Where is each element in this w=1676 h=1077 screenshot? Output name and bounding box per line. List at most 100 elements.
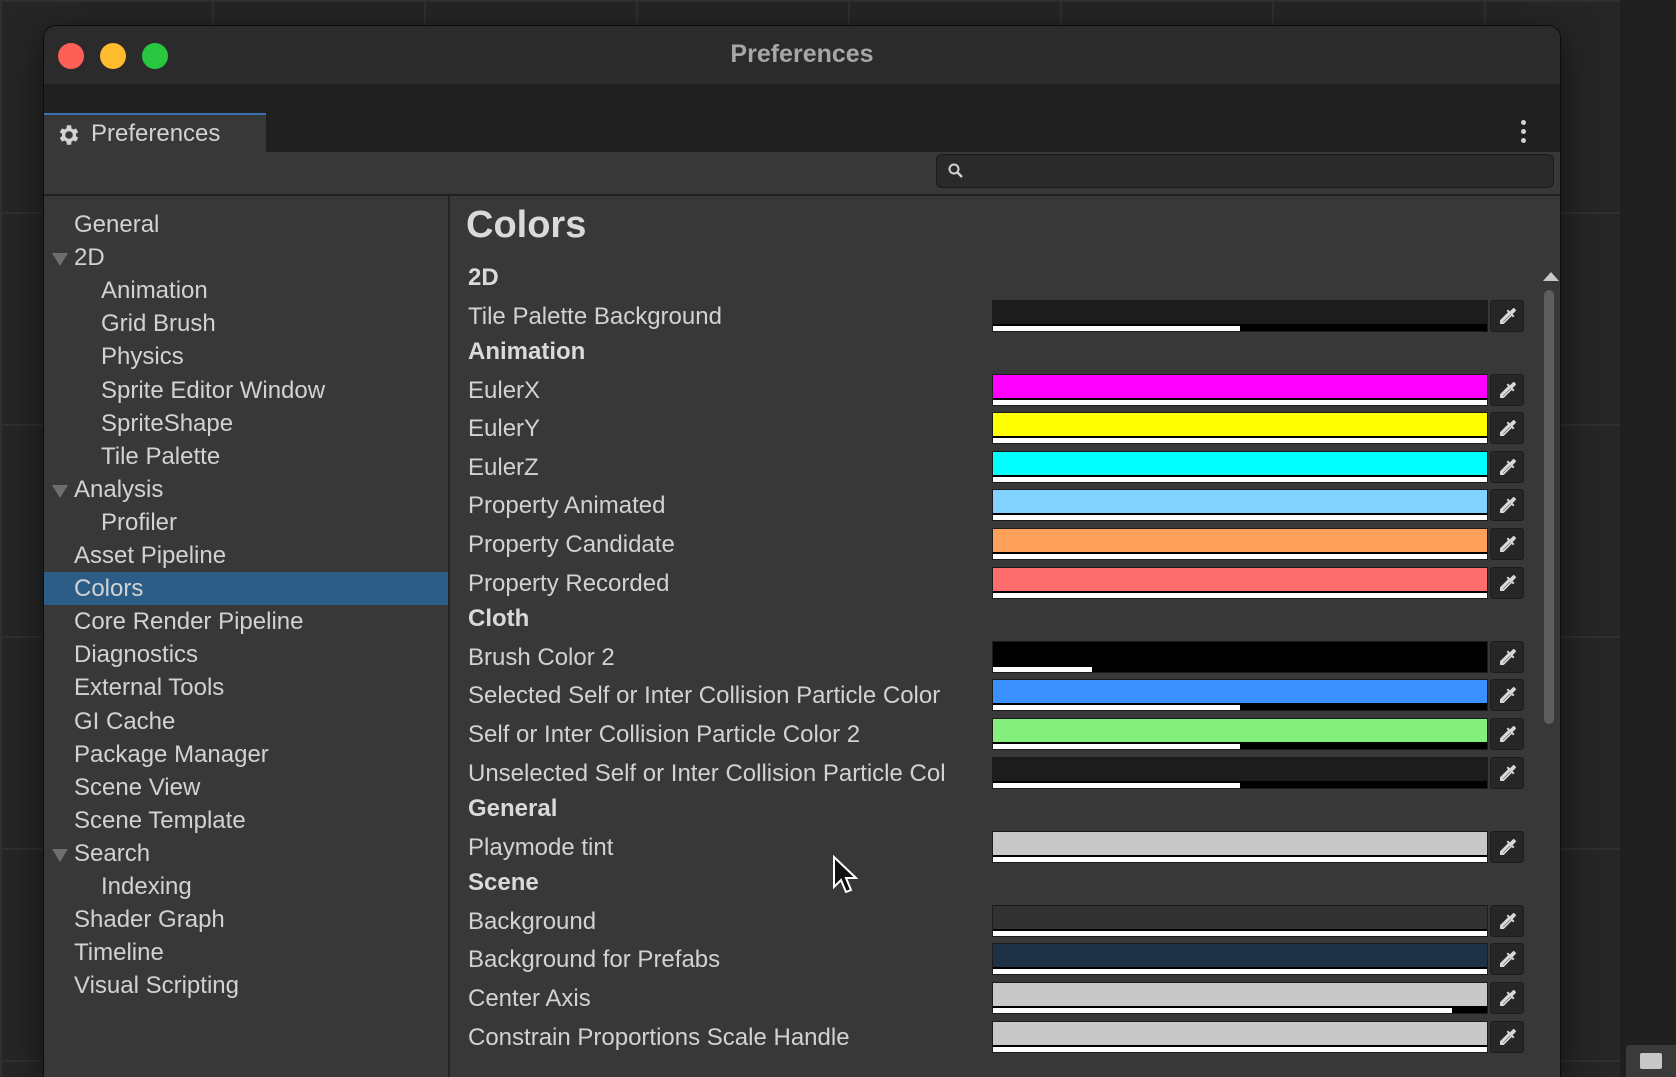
side-dock-strip: [1620, 0, 1676, 1077]
tab-bar: Preferences: [44, 84, 1560, 154]
color-field[interactable]: [992, 904, 1488, 937]
sidebar-item-label: Shader Graph: [74, 906, 225, 934]
expand-arrow-icon[interactable]: [52, 848, 68, 862]
eyedropper-button[interactable]: [1490, 1020, 1524, 1053]
sidebar-item-timeline[interactable]: Timeline: [44, 936, 448, 969]
sidebar-item-tile-palette[interactable]: Tile Palette: [44, 440, 448, 473]
sidebar-item-sprite-editor-window[interactable]: Sprite Editor Window: [44, 374, 448, 407]
tab-label: Preferences: [91, 120, 221, 147]
eyedropper-button[interactable]: [1490, 943, 1524, 976]
sidebar-item-external-tools[interactable]: External Tools: [44, 671, 448, 704]
eyedropper-button[interactable]: [1490, 566, 1524, 599]
sidebar-item-label: 2D: [74, 244, 105, 272]
sidebar-item-animation[interactable]: Animation: [44, 274, 448, 307]
eyedropper-button[interactable]: [1490, 373, 1524, 406]
color-field[interactable]: [992, 943, 1488, 976]
sidebar-item-spriteshape[interactable]: SpriteShape: [44, 407, 448, 440]
color-field[interactable]: [992, 412, 1488, 445]
sidebar-item-diagnostics[interactable]: Diagnostics: [44, 638, 448, 671]
expand-arrow-icon[interactable]: [52, 484, 68, 498]
color-setting-label: Selected Self or Inter Collision Particl…: [468, 682, 941, 710]
color-setting-label: Playmode tint: [468, 833, 614, 861]
sidebar-item-label: Grid Brush: [101, 310, 216, 338]
sidebar-item-grid-brush[interactable]: Grid Brush: [44, 307, 448, 340]
color-field[interactable]: [992, 830, 1488, 863]
preferences-window: Preferences Preferences General 2D Animati…: [44, 26, 1560, 1077]
sidebar-item-physics[interactable]: Physics: [44, 340, 448, 373]
alpha-bar: [993, 325, 1240, 331]
sidebar-item-indexing[interactable]: Indexing: [44, 870, 448, 903]
eyedropper-button[interactable]: [1490, 450, 1524, 483]
color-swatch-fill: [993, 718, 1487, 742]
color-field[interactable]: [992, 489, 1488, 522]
eyedropper-button[interactable]: [1490, 981, 1524, 1014]
color-field[interactable]: [992, 1020, 1488, 1053]
sidebar-item-search[interactable]: Search: [44, 837, 448, 870]
sidebar-item-gi-cache[interactable]: GI Cache: [44, 705, 448, 738]
sidebar-item-label: Tile Palette: [101, 442, 221, 470]
eyedropper-button[interactable]: [1490, 904, 1524, 937]
color-setting-label: Background for Prefabs: [468, 946, 721, 974]
scroll-thumb[interactable]: [1544, 290, 1554, 724]
tab-preferences[interactable]: Preferences: [44, 113, 266, 154]
color-field[interactable]: [992, 640, 1488, 673]
section-header: Cloth: [468, 605, 530, 633]
sidebar-item-general[interactable]: General: [44, 208, 448, 241]
color-swatch-fill: [993, 374, 1487, 398]
color-swatch-fill: [993, 944, 1487, 968]
color-swatch-fill: [993, 567, 1487, 591]
color-field[interactable]: [992, 299, 1488, 332]
sidebar-item-profiler[interactable]: Profiler: [44, 506, 448, 539]
eyedropper-button[interactable]: [1490, 640, 1524, 673]
vertical-scrollbar[interactable]: [1540, 272, 1559, 1077]
folder-icon: [1640, 1053, 1662, 1069]
color-field[interactable]: [992, 679, 1488, 712]
sidebar-item-visual-scripting[interactable]: Visual Scripting: [44, 969, 448, 1002]
search-icon: [948, 163, 963, 178]
eyedropper-icon: [1500, 989, 1517, 1006]
eyedropper-icon: [1500, 458, 1517, 475]
eyedropper-button[interactable]: [1490, 679, 1524, 712]
color-field[interactable]: [992, 566, 1488, 599]
expand-arrow-icon[interactable]: [52, 253, 68, 267]
eyedropper-icon: [1500, 912, 1517, 929]
eyedropper-button[interactable]: [1490, 756, 1524, 789]
sidebar-item-asset-pipeline[interactable]: Asset Pipeline: [44, 539, 448, 572]
eyedropper-button[interactable]: [1490, 412, 1524, 445]
sidebar-item-2d[interactable]: 2D: [44, 241, 448, 274]
sidebar-item-scene-view[interactable]: Scene View: [44, 771, 448, 804]
eyedropper-button[interactable]: [1490, 830, 1524, 863]
title-bar[interactable]: Preferences: [44, 26, 1560, 84]
sidebar-item-label: Analysis: [74, 475, 164, 503]
color-swatch-fill: [993, 529, 1487, 552]
more-options-icon[interactable]: [1518, 120, 1528, 148]
color-field[interactable]: [992, 717, 1488, 750]
sidebar-item-label: Physics: [101, 343, 184, 371]
sidebar-item-label: Scene Template: [74, 806, 246, 834]
search-input[interactable]: [936, 154, 1554, 188]
gear-icon: [59, 125, 79, 145]
sidebar-item-scene-template[interactable]: Scene Template: [44, 804, 448, 837]
scroll-up-icon[interactable]: [1543, 272, 1559, 281]
eyedropper-icon: [1500, 764, 1517, 781]
color-field[interactable]: [992, 756, 1488, 789]
color-field[interactable]: [992, 981, 1488, 1014]
color-field[interactable]: [992, 450, 1488, 483]
color-field[interactable]: [992, 373, 1488, 406]
eyedropper-button[interactable]: [1490, 717, 1524, 750]
eyedropper-button[interactable]: [1490, 528, 1524, 560]
eyedropper-button[interactable]: [1490, 299, 1524, 332]
sidebar-item-colors[interactable]: Colors: [44, 572, 448, 606]
sidebar-item-shader-graph[interactable]: Shader Graph: [44, 903, 448, 936]
eyedropper-icon: [1500, 497, 1517, 514]
alpha-bar: [993, 592, 1487, 598]
color-field[interactable]: [992, 528, 1488, 560]
color-setting-label: Constrain Proportions Scale Handle: [468, 1023, 850, 1051]
alpha-bar: [993, 1046, 1487, 1052]
sidebar-item-package-manager[interactable]: Package Manager: [44, 738, 448, 771]
alpha-bar: [993, 1007, 1453, 1013]
sidebar-item-analysis[interactable]: Analysis: [44, 473, 448, 506]
folder-button[interactable]: [1626, 1045, 1676, 1077]
sidebar-item-core-render-pipeline[interactable]: Core Render Pipeline: [44, 605, 448, 638]
eyedropper-button[interactable]: [1490, 489, 1524, 522]
